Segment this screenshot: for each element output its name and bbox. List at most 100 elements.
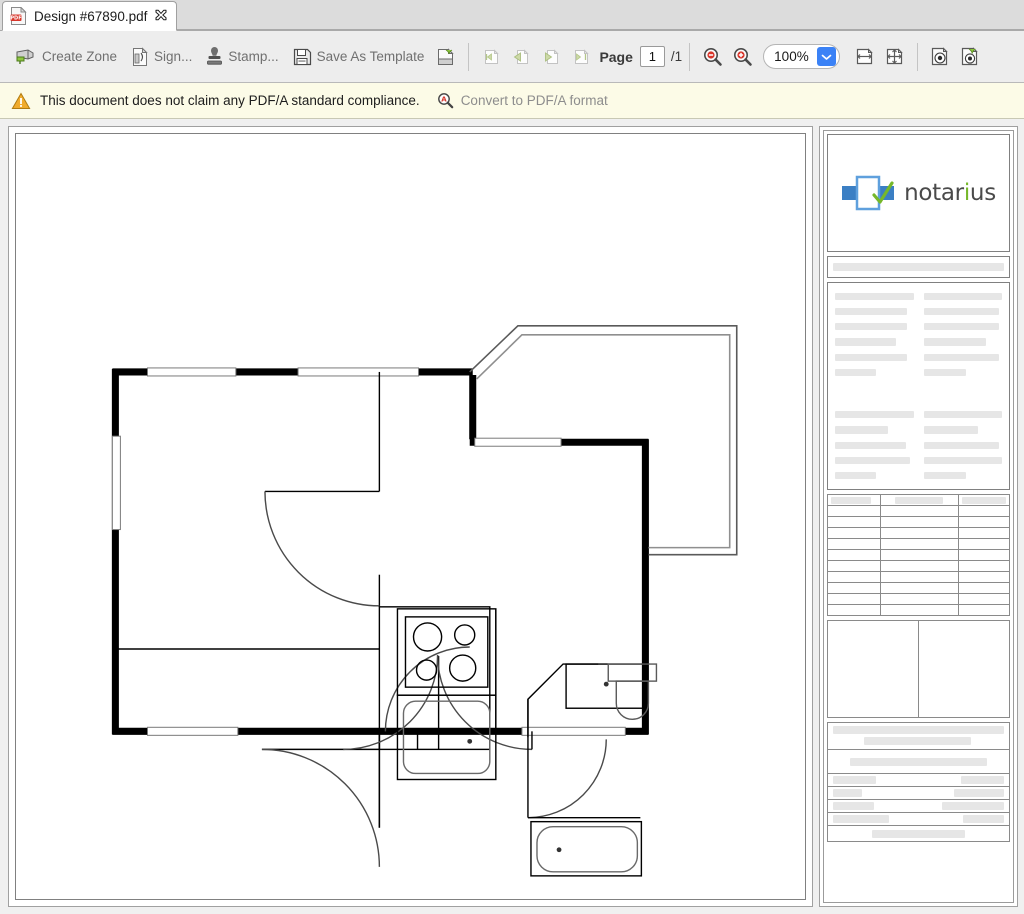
stamp-button[interactable]: Stamp... <box>199 39 285 75</box>
table-cell <box>958 582 1010 594</box>
thumbnail-footer-block <box>827 722 1010 842</box>
fit-width-button[interactable] <box>850 41 880 73</box>
main-toolbar: Create Zone Sign... Stamp... Save As Tem… <box>0 31 1024 83</box>
fit-page-icon <box>884 46 905 67</box>
placeholder-bar <box>962 496 1006 504</box>
toolbar-separator-1 <box>468 42 470 71</box>
placeholder-bar <box>835 441 906 449</box>
table-cell <box>958 538 1010 550</box>
table-row <box>827 549 1010 561</box>
tab-bar: PDF Design #67890.pdf <box>0 0 1024 31</box>
page-number-input[interactable] <box>639 46 665 67</box>
table-cell <box>827 538 881 550</box>
thumbnail-two-panel-block <box>827 620 1010 718</box>
table-cell <box>958 604 1010 616</box>
tab-title: Design #67890.pdf <box>34 8 148 24</box>
placeholder-bar <box>923 441 999 449</box>
placeholder-bar <box>833 815 890 823</box>
placeholder-bar <box>835 293 914 301</box>
placeholder-bar <box>923 323 999 331</box>
table-cell <box>958 505 1010 517</box>
table-cell <box>827 571 881 583</box>
convert-to-pdfa-link[interactable]: A Convert to PDF/A format <box>437 92 608 109</box>
zoom-out-button[interactable] <box>697 41 727 73</box>
placeholder-bar <box>863 737 972 745</box>
table-cell <box>879 571 960 583</box>
svg-text:A: A <box>441 96 447 104</box>
warning-triangle-icon <box>11 91 31 110</box>
sign-document-icon <box>131 46 149 67</box>
document-tab[interactable]: PDF Design #67890.pdf <box>2 1 178 31</box>
stamp-label: Stamp... <box>228 49 279 64</box>
toolbar-separator-2 <box>689 42 691 71</box>
placeholder-bar <box>923 338 987 346</box>
placeholder-bar <box>895 496 944 504</box>
certify-document-button[interactable] <box>955 41 985 73</box>
table-row <box>827 560 1010 572</box>
placeholder-bar <box>833 789 863 797</box>
apply-template-button[interactable] <box>431 41 461 73</box>
table-cell <box>879 582 960 594</box>
thumbnail-panel-right <box>919 620 1010 718</box>
document-thumbnail-pane[interactable]: notarius <box>819 126 1018 907</box>
placeholder-bar <box>923 293 1002 301</box>
table-cell <box>958 560 1010 572</box>
nav-next-zone-icon <box>541 47 561 67</box>
placeholder-bar <box>835 426 889 434</box>
thumbnail-panel-left <box>827 620 919 718</box>
table-header-cell <box>958 494 1010 506</box>
placeholder-bar <box>923 456 1002 464</box>
viewer-body: notarius <box>0 119 1024 914</box>
placeholder-bar <box>961 776 1004 784</box>
placeholder-bar <box>833 726 1004 734</box>
sign-button[interactable]: Sign... <box>124 39 199 75</box>
save-as-template-button[interactable]: Save As Template <box>286 39 432 75</box>
table-row <box>827 593 1010 605</box>
zoom-in-button[interactable] <box>727 41 757 73</box>
table-cell <box>827 582 881 594</box>
close-icon[interactable] <box>154 9 168 23</box>
chevron-down-icon[interactable] <box>816 47 836 66</box>
footer-row <box>827 813 1010 826</box>
brand-name-part2: us <box>969 180 996 206</box>
page-label: Page <box>599 48 633 65</box>
pdf-file-icon: PDF <box>10 7 27 25</box>
convert-pdfa-icon: A <box>437 92 454 109</box>
table-cell <box>827 505 881 517</box>
table-cell <box>879 527 960 539</box>
thumbnail-subtitle-block <box>827 256 1010 278</box>
preview-document-button[interactable] <box>925 41 955 73</box>
footer-row <box>827 800 1010 813</box>
brand-name: notarius <box>904 180 996 206</box>
table-cell <box>827 593 881 605</box>
stamp-icon <box>206 46 223 67</box>
table-row <box>827 582 1010 594</box>
nav-last-zone-button[interactable] <box>566 41 596 73</box>
convert-to-pdfa-label: Convert to PDF/A format <box>460 93 608 108</box>
placeholder-bar <box>962 815 1004 823</box>
table-cell <box>958 571 1010 583</box>
table-cell <box>827 516 881 528</box>
nav-previous-zone-button[interactable] <box>506 41 536 73</box>
placeholder-bar <box>850 757 987 766</box>
brand-name-part1: notar <box>904 180 964 206</box>
footer-row <box>827 787 1010 800</box>
nav-first-zone-button[interactable] <box>476 41 506 73</box>
table-cell <box>879 549 960 561</box>
zoom-in-icon <box>732 46 753 67</box>
placeholder-bar <box>923 308 999 316</box>
table-row <box>827 571 1010 583</box>
zoom-level-combobox[interactable]: 100% <box>763 44 840 69</box>
fit-page-button[interactable] <box>880 41 910 73</box>
table-cell <box>958 516 1010 528</box>
nav-next-zone-button[interactable] <box>536 41 566 73</box>
create-zone-button[interactable]: Create Zone <box>8 39 124 75</box>
document-page-pane[interactable] <box>8 126 813 907</box>
save-template-icon <box>293 47 312 67</box>
table-cell <box>827 604 881 616</box>
thumbnail-column-left <box>835 293 914 479</box>
placeholder-bar <box>835 308 908 316</box>
nav-previous-zone-icon <box>511 47 531 67</box>
placeholder-bar <box>923 426 979 434</box>
